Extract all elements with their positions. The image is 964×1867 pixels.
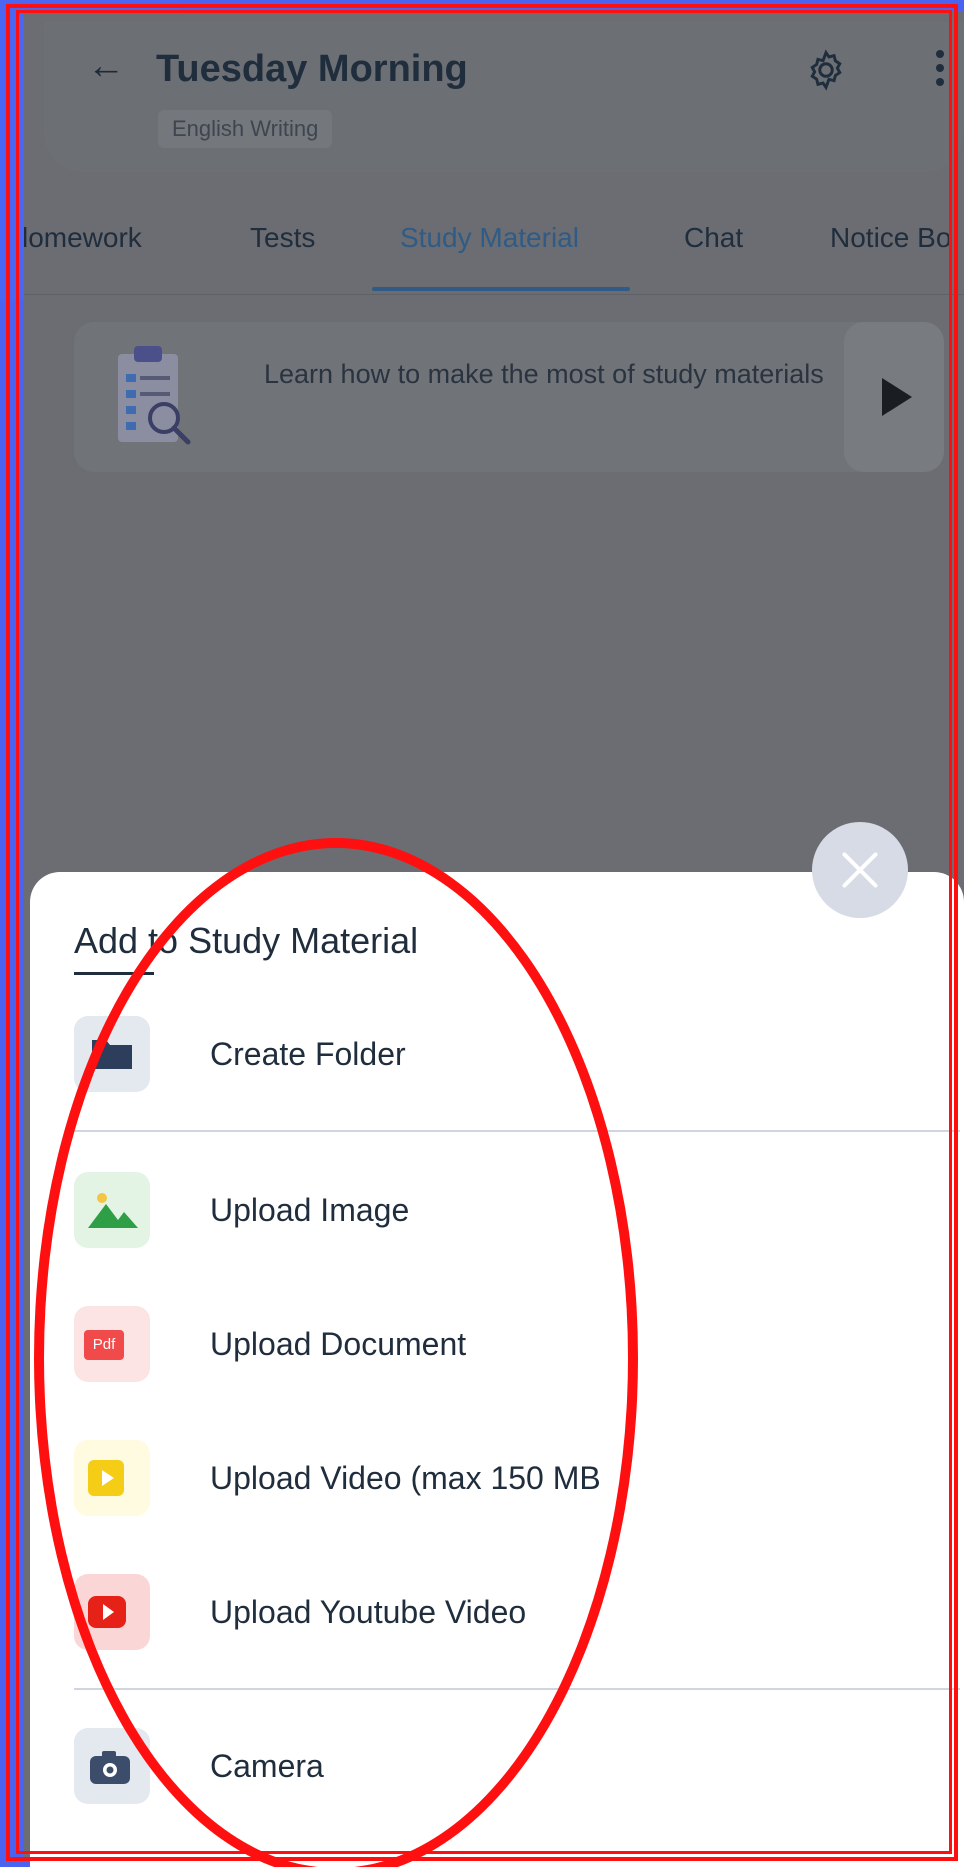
sheet-title-underline	[74, 972, 154, 975]
upload-video-label: Upload Video (max 150 MB	[210, 1460, 601, 1496]
camera-icon	[74, 1728, 150, 1804]
active-tab-indicator	[372, 287, 630, 291]
upload-document-option[interactable]: Pdf Upload Document	[74, 1306, 934, 1386]
tab-homework[interactable]: lomework	[24, 222, 142, 254]
create-folder-label: Create Folder	[210, 1036, 406, 1072]
sheet-title: Add to Study Material	[74, 920, 419, 961]
study-material-tutorial-card[interactable]: Learn how to make the most of study mate…	[74, 322, 944, 472]
camera-option[interactable]: Camera	[74, 1728, 934, 1808]
camera-label: Camera	[210, 1748, 324, 1784]
promo-text: Learn how to make the most of study mate…	[264, 359, 824, 389]
tab-notice-board[interactable]: Notice Bo	[830, 222, 951, 254]
tabs-divider	[24, 294, 964, 295]
upload-video-option[interactable]: Upload Video (max 150 MB	[74, 1440, 934, 1520]
play-icon	[882, 378, 912, 416]
folder-icon	[74, 1016, 150, 1092]
tab-bar: lomework Tests Study Material Chat Notic…	[24, 192, 964, 302]
header: ← Tuesday Morning English Writing	[44, 22, 964, 172]
youtube-icon	[74, 1574, 150, 1650]
page-title: Tuesday Morning	[156, 48, 468, 90]
add-material-sheet: Add to Study Material Create Folder Uplo…	[30, 872, 964, 1867]
upload-document-label: Upload Document	[210, 1326, 467, 1362]
subject-badge: English Writing	[158, 110, 333, 148]
video-icon	[74, 1440, 150, 1516]
play-button[interactable]	[844, 322, 944, 472]
upload-image-option[interactable]: Upload Image	[74, 1172, 934, 1252]
close-icon[interactable]	[812, 822, 908, 918]
gear-icon[interactable]	[804, 48, 848, 92]
section-divider	[74, 1688, 960, 1690]
pdf-icon-badge: Pdf	[84, 1330, 124, 1360]
upload-youtube-label: Upload Youtube Video	[210, 1594, 527, 1630]
clipboard-search-icon	[118, 346, 191, 445]
more-options-icon[interactable]	[930, 46, 950, 96]
tab-tests[interactable]: Tests	[250, 222, 315, 254]
back-arrow-icon[interactable]: ←	[84, 44, 128, 88]
screenshot-frame: ← Tuesday Morning English Writing lomewo…	[0, 0, 964, 1867]
upload-image-label: Upload Image	[210, 1192, 410, 1228]
section-divider	[74, 1130, 960, 1132]
tab-chat[interactable]: Chat	[684, 222, 743, 254]
create-folder-option[interactable]: Create Folder	[74, 1016, 934, 1096]
upload-youtube-option[interactable]: Upload Youtube Video	[74, 1574, 934, 1654]
pdf-icon: Pdf	[74, 1306, 150, 1382]
image-icon	[74, 1172, 150, 1248]
tab-study-material[interactable]: Study Material	[400, 222, 579, 254]
